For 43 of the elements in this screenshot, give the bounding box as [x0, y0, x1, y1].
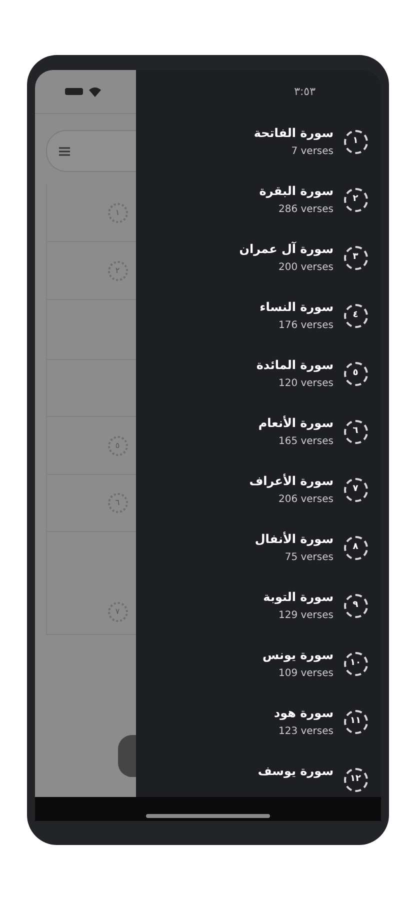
surah-number: ٦ — [344, 420, 368, 444]
surah-name: سورة آل عمران — [239, 240, 334, 258]
surah-number: ٢ — [344, 188, 368, 212]
verse-count: 7 verses — [291, 145, 334, 159]
status-time: ٣:٥٣ — [294, 84, 316, 100]
verse-count: 200 verses — [278, 261, 334, 275]
surah-name: سورة الأنعام — [258, 414, 334, 432]
verse-count: 123 verses — [278, 725, 334, 739]
verse-count: 176 verses — [278, 319, 334, 333]
surah-number: ١٢ — [344, 768, 368, 792]
surah-name: سورة الأعراف — [249, 472, 334, 490]
verse-count: 286 verses — [278, 203, 334, 217]
verse-count: 206 verses — [278, 493, 334, 507]
surah-number: ٩ — [344, 594, 368, 618]
surah-name: سورة البقرة — [259, 183, 334, 200]
verse-count: 165 verses — [278, 435, 334, 449]
surah-name: سورة يوسف — [258, 763, 334, 780]
menu-icon — [58, 146, 70, 156]
surah-number: ٣ — [344, 246, 368, 270]
surah-name: سورة يونس — [262, 647, 334, 664]
surah-name: سورة النساء — [260, 299, 334, 316]
home-indicator[interactable] — [146, 814, 270, 818]
surah-name: سورة الفاتحة — [254, 125, 334, 142]
surah-number: ١١ — [344, 710, 368, 734]
surah-name: سورة المائدة — [256, 357, 334, 374]
surah-number: ١ — [344, 130, 368, 154]
search-bar[interactable] — [46, 130, 136, 172]
surah-number: ١٠ — [344, 652, 368, 676]
surah-name: سورة هود — [274, 705, 334, 722]
surah-item[interactable]: ١٢ سورة يوسف — [136, 762, 380, 794]
surah-number: ٧ — [344, 478, 368, 502]
surah-number: ٨ — [344, 536, 368, 560]
verse-count: 75 verses — [284, 551, 334, 565]
surah-name: سورة الأنفال — [254, 530, 334, 548]
surah-name: سورة التوبة — [263, 589, 334, 606]
verse-count: 109 verses — [278, 667, 334, 681]
verse-count: 120 verses — [278, 377, 334, 391]
floating-button[interactable] — [118, 735, 136, 777]
surah-number: ٤ — [344, 304, 368, 328]
battery-icon — [64, 88, 82, 95]
surah-number: ٥ — [344, 362, 368, 386]
verse-count: 129 verses — [278, 609, 334, 623]
wifi-icon — [88, 86, 100, 96]
